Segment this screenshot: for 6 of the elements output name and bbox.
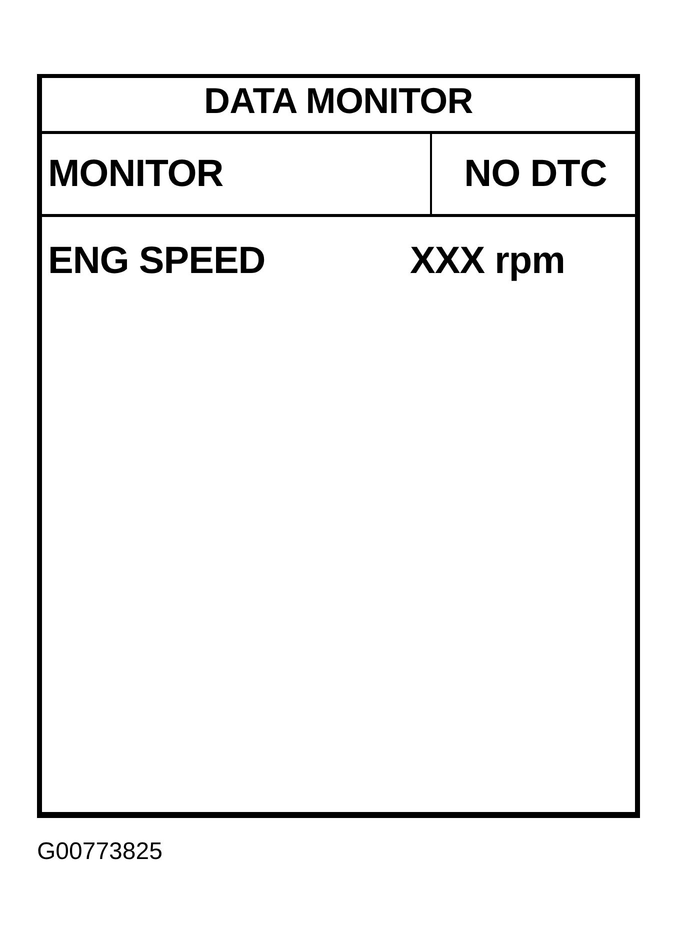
status-label: NO DTC <box>464 155 607 193</box>
panel-title: DATA MONITOR <box>204 82 474 118</box>
parameter-value: XXX rpm <box>410 242 566 280</box>
header-label: MONITOR <box>48 155 224 193</box>
figure-id: G00773825 <box>37 840 162 864</box>
parameter-name: ENG SPEED <box>48 242 266 280</box>
